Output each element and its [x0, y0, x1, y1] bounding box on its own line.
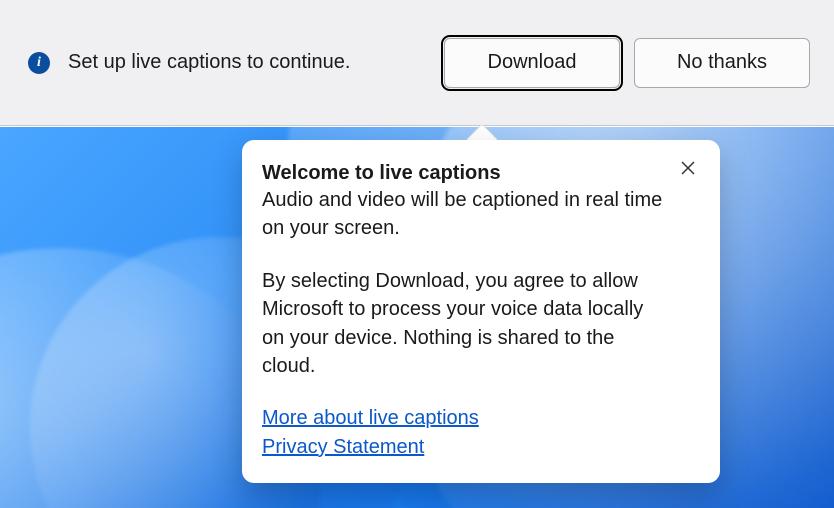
close-button[interactable] — [674, 154, 702, 182]
info-glyph: i — [37, 55, 41, 71]
info-icon: i — [28, 52, 50, 74]
more-about-link[interactable]: More about live captions — [262, 404, 479, 432]
setup-message: Set up live captions to continue. — [68, 51, 426, 74]
download-button[interactable]: Download — [444, 38, 620, 88]
tooltip-links: More about live captions Privacy Stateme… — [262, 404, 667, 461]
tooltip-description-2: By selecting Download, you agree to allo… — [262, 267, 667, 381]
privacy-statement-link[interactable]: Privacy Statement — [262, 433, 424, 461]
setup-buttons: Download No thanks — [444, 38, 810, 88]
close-icon — [680, 160, 696, 176]
live-captions-setup-bar: i Set up live captions to continue. Down… — [0, 0, 834, 126]
tooltip-content: Welcome to live captions Audio and video… — [262, 160, 695, 461]
welcome-tooltip: Welcome to live captions Audio and video… — [242, 140, 720, 483]
tooltip-title: Welcome to live captions — [262, 160, 667, 186]
tooltip-description-1: Audio and video will be captioned in rea… — [262, 186, 667, 243]
no-thanks-button[interactable]: No thanks — [634, 38, 810, 88]
